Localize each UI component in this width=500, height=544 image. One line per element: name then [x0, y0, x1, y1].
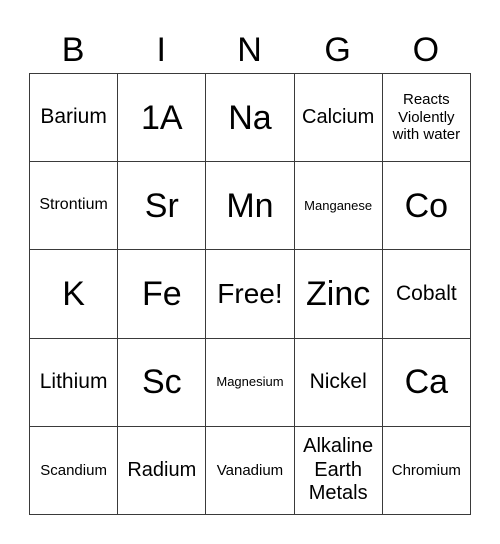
bingo-row: K Fe Free! Zinc Cobalt	[28, 249, 471, 339]
bingo-header: B I N G O	[29, 28, 470, 72]
bingo-cell[interactable]: Magnesium	[205, 337, 295, 427]
bingo-cell[interactable]: Lithium	[28, 337, 119, 427]
free-space-cell[interactable]: Free!	[205, 249, 295, 339]
bingo-cell[interactable]: Fe	[117, 249, 207, 339]
header-letter-o: O	[412, 31, 440, 69]
bingo-cell[interactable]: Co	[381, 161, 471, 251]
bingo-row: Lithium Sc Magnesium Nickel Ca	[28, 337, 471, 427]
bingo-cell[interactable]: Barium	[28, 72, 119, 163]
header-letter-n: N	[237, 31, 262, 69]
bingo-card: Barium 1A Na Calcium Reacts Violently wi…	[28, 72, 471, 515]
bingo-cell[interactable]: Reacts Violently with water	[381, 72, 471, 163]
header-letter-g: G	[324, 31, 351, 69]
bingo-cell[interactable]: Vanadium	[205, 425, 295, 515]
bingo-row: Strontium Sr Mn Manganese Co	[28, 161, 471, 251]
bingo-cell[interactable]: Sr	[117, 161, 207, 251]
bingo-cell[interactable]: Manganese	[293, 161, 383, 251]
bingo-cell[interactable]: Ca	[381, 337, 471, 427]
bingo-cell[interactable]: Alkaline Earth Metals	[293, 425, 383, 515]
bingo-cell[interactable]: Cobalt	[381, 249, 471, 339]
bingo-row: Barium 1A Na Calcium Reacts Violently wi…	[28, 72, 471, 163]
header-letter-i: I	[156, 31, 166, 69]
bingo-cell[interactable]: Mn	[205, 161, 295, 251]
bingo-cell[interactable]: Zinc	[293, 249, 383, 339]
bingo-cell[interactable]: Strontium	[28, 161, 119, 251]
bingo-cell[interactable]: Nickel	[293, 337, 383, 427]
bingo-row: Scandium Radium Vanadium Alkaline Earth …	[28, 425, 471, 515]
bingo-cell[interactable]: Sc	[117, 337, 207, 427]
bingo-cell[interactable]: Chromium	[381, 425, 471, 515]
bingo-cell[interactable]: Scandium	[28, 425, 119, 515]
bingo-cell[interactable]: K	[28, 249, 119, 339]
header-letter-b: B	[61, 31, 85, 69]
bingo-cell[interactable]: Radium	[117, 425, 207, 515]
bingo-cell[interactable]: 1A	[117, 72, 207, 163]
bingo-cell[interactable]: Calcium	[293, 72, 383, 163]
bingo-cell[interactable]: Na	[205, 72, 295, 163]
